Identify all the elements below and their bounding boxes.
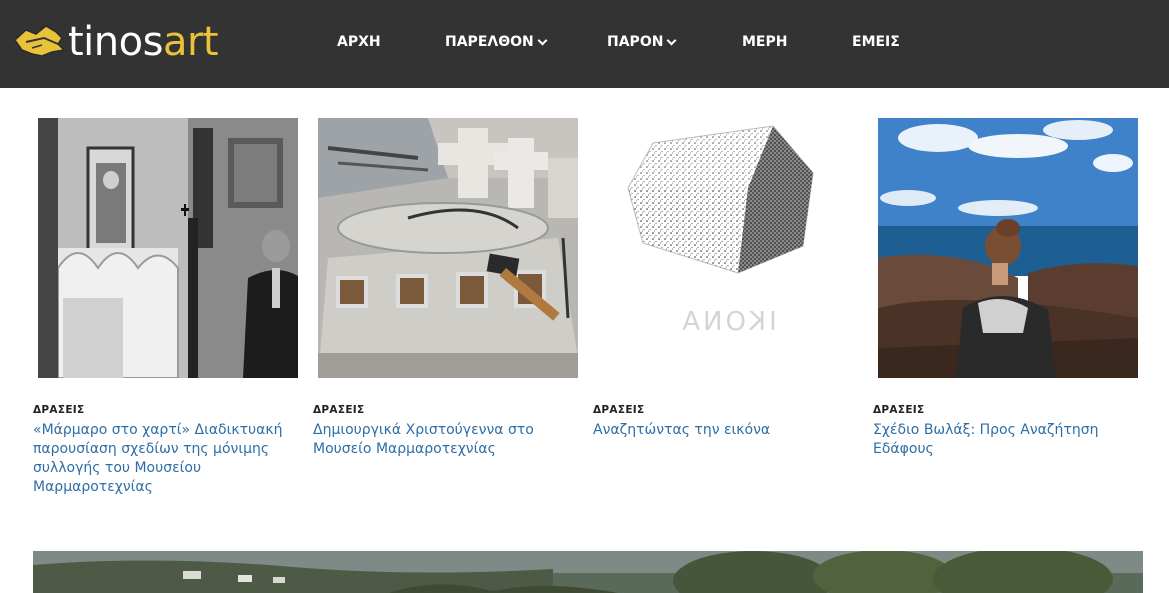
- nav-item-about[interactable]: ΕΜΕΙΣ: [852, 33, 900, 51]
- post-category[interactable]: ΔΡΑΣΕΙΣ: [593, 404, 644, 416]
- nav-item-label: ΕΜΕΙΣ: [852, 34, 900, 50]
- nav-item-past[interactable]: ΠΑΡΕΛΘΟΝ: [445, 33, 548, 51]
- post-title-link[interactable]: Σχέδιο Βωλάξ: Προς Αναζήτηση Εδάφους: [873, 421, 1135, 459]
- post-thumbnail[interactable]: [38, 118, 298, 378]
- site-header: tinosart ΑΡΧΗ ΠΑΡΕΛΘΟΝ ΠΑΡΟΝ ΜΕΡΗ ΕΜΕΙΣ: [0, 0, 1169, 88]
- post-title-link[interactable]: Αναζητώντας την εικόνα: [593, 421, 855, 440]
- marble-church-photo: [38, 118, 298, 378]
- site-logo-text: tinosart: [68, 19, 219, 65]
- nav-item-home[interactable]: ΑΡΧΗ: [337, 33, 381, 51]
- post-thumbnail[interactable]: ΙΚΟΝΑ: [598, 118, 858, 378]
- nav-item-label: ΜΕΡΗ: [742, 34, 788, 50]
- site-logo[interactable]: tinosart: [12, 18, 252, 66]
- stone-drawing-image: ΙΚΟΝΑ: [598, 118, 858, 378]
- tinos-island-logo-icon: [14, 25, 66, 57]
- hillside-village-photo: [33, 551, 1143, 593]
- icon-caption-text: ΙΚΟΝΑ: [679, 307, 776, 337]
- nav-item-label: ΠΑΡΕΛΘΟΝ: [445, 34, 534, 50]
- post-category[interactable]: ΔΡΑΣΕΙΣ: [33, 404, 84, 416]
- nav-item-label: ΑΡΧΗ: [337, 34, 381, 50]
- post-title-link[interactable]: Δημιουργικά Χριστούγεννα στο Μουσείο Μαρ…: [313, 421, 575, 459]
- chevron-down-icon: [666, 35, 677, 45]
- chevron-down-icon: [537, 35, 548, 45]
- post-thumbnail[interactable]: [878, 118, 1138, 378]
- featured-banner-image[interactable]: [33, 551, 1143, 593]
- post-category[interactable]: ΔΡΑΣΕΙΣ: [873, 404, 924, 416]
- nav-item-places[interactable]: ΜΕΡΗ: [742, 33, 787, 51]
- nav-item-label: ΠΑΡΟΝ: [607, 34, 664, 50]
- post-title-link[interactable]: «Μάρμαρο στο χαρτί» Διαδικτυακή παρουσία…: [33, 421, 295, 497]
- post-thumbnail[interactable]: [318, 118, 578, 378]
- marble-workshop-photo: [318, 118, 578, 378]
- nav-item-present[interactable]: ΠΑΡΟΝ: [607, 33, 677, 51]
- post-category[interactable]: ΔΡΑΣΕΙΣ: [313, 404, 364, 416]
- sea-landscape-photo: [878, 118, 1138, 378]
